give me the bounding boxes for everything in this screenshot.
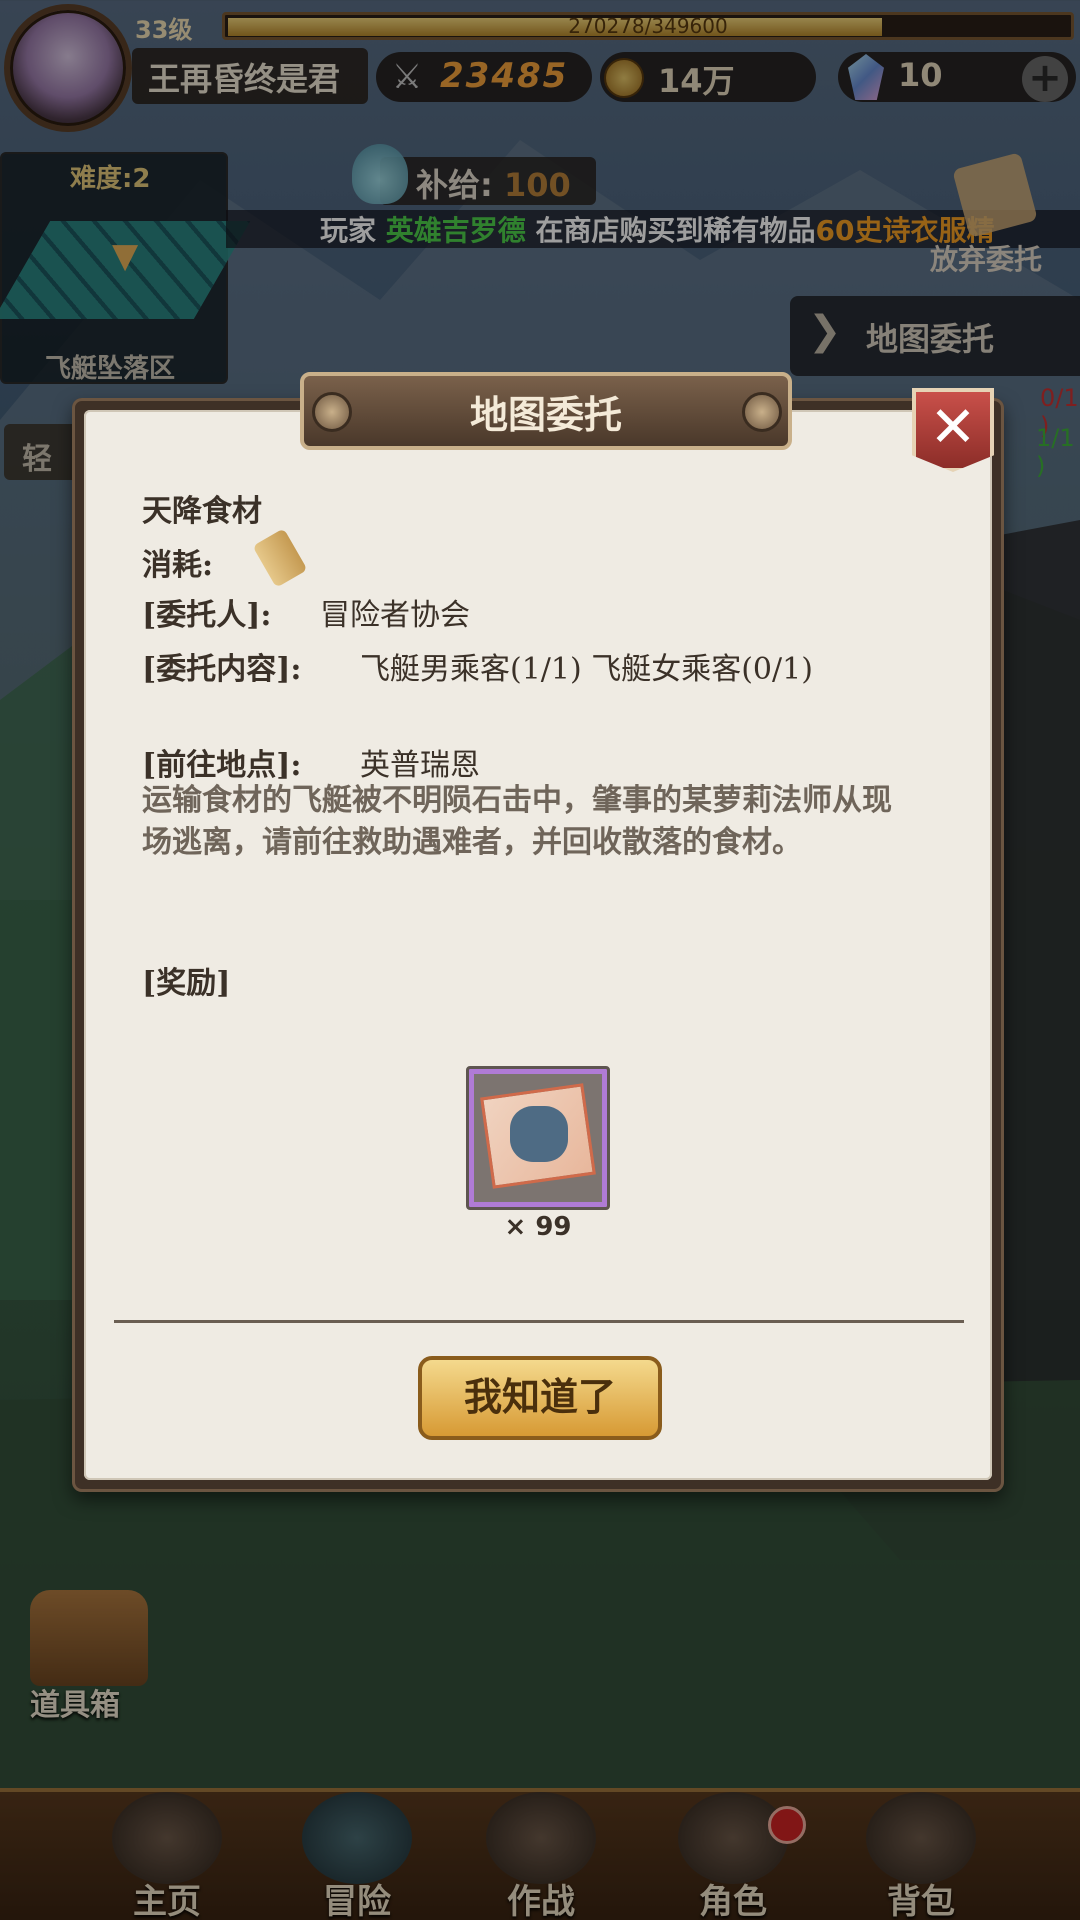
content-label: [委托内容]: xyxy=(142,652,302,687)
destination-value: 英普瑞恩 xyxy=(360,748,480,783)
modal-title: 地图委托 xyxy=(469,393,622,437)
destination-label: [前往地点]: xyxy=(142,748,302,783)
reward-quantity: × 99 xyxy=(504,1212,572,1242)
modal-divider xyxy=(114,1320,964,1323)
cost-label: 消耗: xyxy=(142,548,214,583)
acknowledge-button[interactable]: 我知道了 xyxy=(418,1356,662,1440)
quest-description: 运输食材的飞艇被不明陨石击中，肇事的某萝莉法师从现场逃离，请前往救助遇难者，并回… xyxy=(142,783,892,860)
client-label: [委托人]: xyxy=(142,598,272,633)
reward-label: [奖励] xyxy=(142,966,231,1001)
client-value: 冒险者协会 xyxy=(320,598,470,633)
content-value: 飞艇男乘客(1/1) 飞艇女乘客(0/1) xyxy=(360,652,813,687)
map-item-emblem xyxy=(510,1106,568,1162)
quest-title: 天降食材 xyxy=(142,494,262,529)
close-icon[interactable]: ✕ xyxy=(912,388,994,472)
